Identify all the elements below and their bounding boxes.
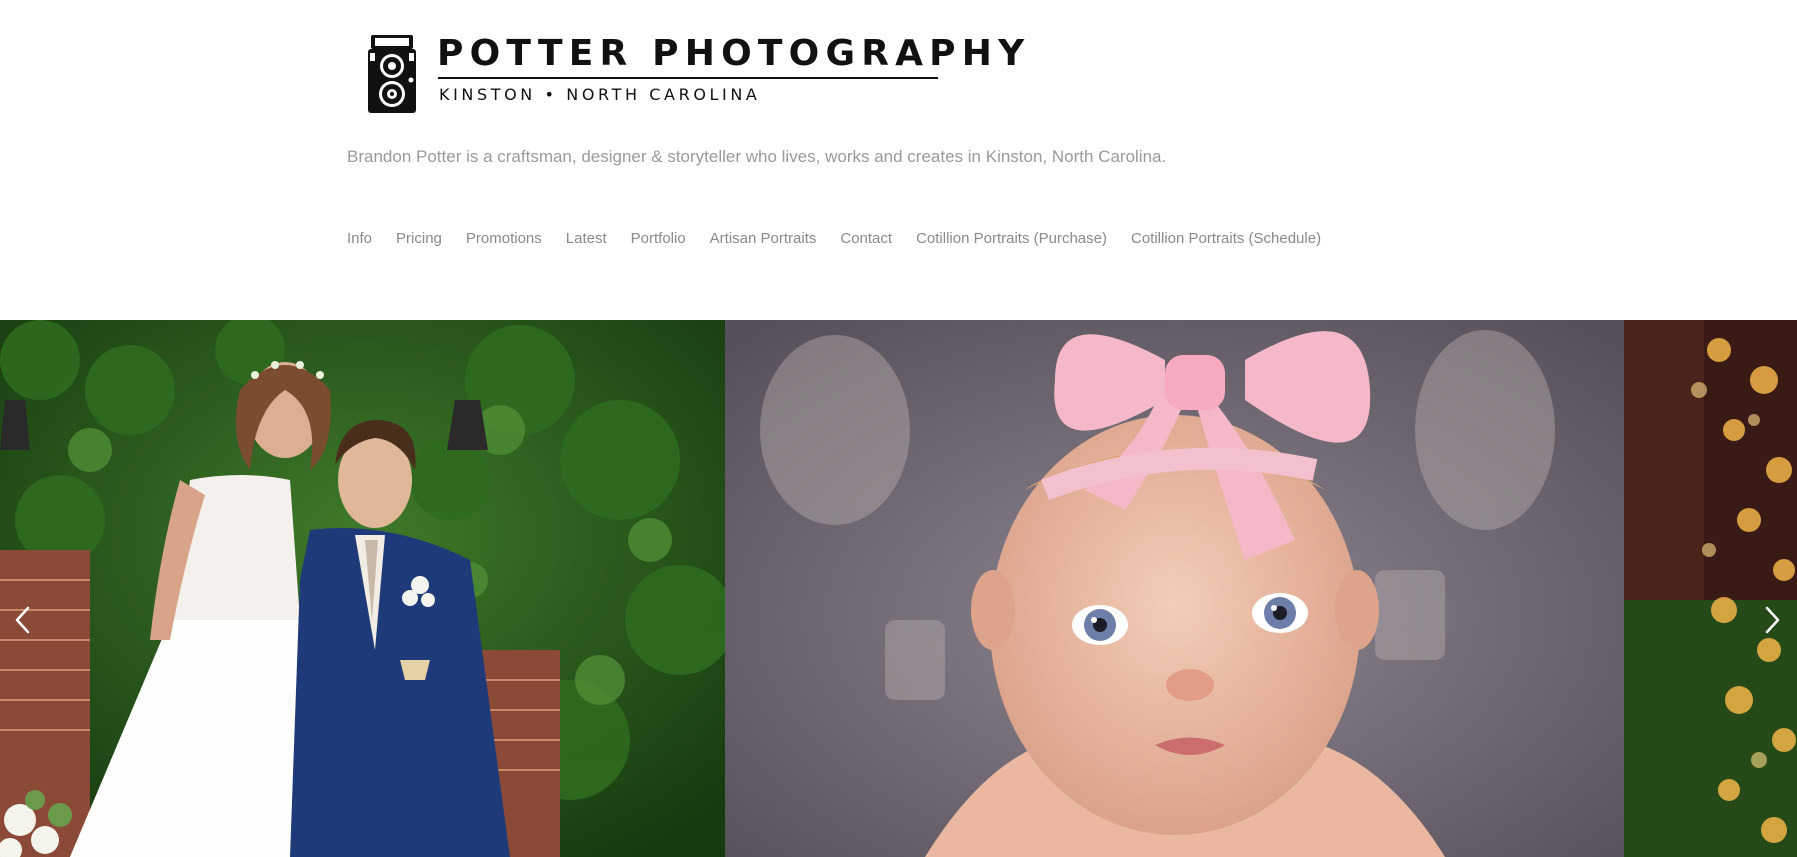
baby-pink-bow-photo[interactable] — [725, 320, 1624, 857]
nav-item-promotions[interactable]: Promotions — [466, 230, 542, 247]
nav-item-pricing[interactable]: Pricing — [396, 230, 442, 247]
chevron-left-icon[interactable] — [6, 598, 36, 642]
baby-photo-image — [725, 320, 1624, 857]
nav-item-artisan-portraits[interactable]: Artisan Portraits — [710, 230, 817, 247]
wedding-photo-image — [0, 320, 725, 857]
nav-item-cotillion-purchase[interactable]: Cotillion Portraits (Purchase) — [916, 230, 1107, 247]
bokeh-photo-image — [1624, 320, 1797, 857]
logo-divider — [438, 77, 938, 79]
nav-item-info[interactable]: Info — [347, 230, 372, 247]
bokeh-lights-photo[interactable] — [1624, 320, 1797, 857]
chevron-right-icon[interactable] — [1759, 598, 1789, 642]
main-nav: Info Pricing Promotions Latest Portfolio… — [347, 230, 1345, 247]
camera-logo-icon — [368, 35, 416, 113]
nav-item-cotillion-schedule[interactable]: Cotillion Portraits (Schedule) — [1131, 230, 1321, 247]
wedding-couple-photo[interactable] — [0, 320, 725, 857]
logo-subtitle: KINSTON • NORTH CAROLINA — [439, 85, 761, 104]
site-header: POTTER PHOTOGRAPHY KINSTON • NORTH CAROL… — [0, 0, 1797, 320]
nav-item-latest[interactable]: Latest — [566, 230, 607, 247]
nav-item-portfolio[interactable]: Portfolio — [631, 230, 686, 247]
site-logo[interactable]: POTTER PHOTOGRAPHY KINSTON • NORTH CAROL… — [365, 33, 1024, 115]
site-tagline: Brandon Potter is a craftsman, designer … — [347, 147, 1167, 166]
image-gallery[interactable] — [0, 320, 1797, 857]
logo-title: POTTER PHOTOGRAPHY — [437, 33, 1031, 74]
nav-item-contact[interactable]: Contact — [840, 230, 892, 247]
